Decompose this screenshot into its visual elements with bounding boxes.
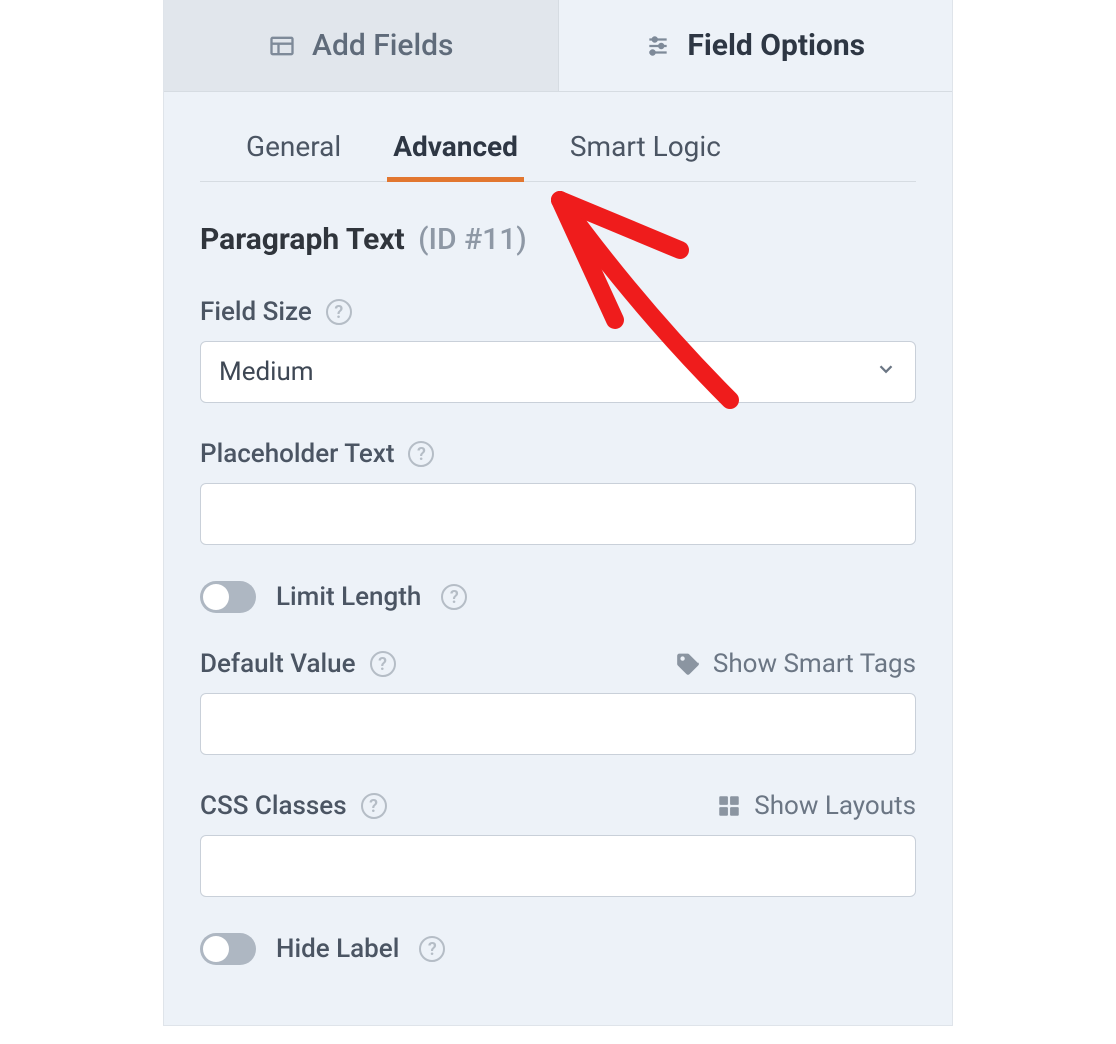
- row-placeholder-text: Placeholder Text ?: [200, 439, 916, 545]
- field-id-label: (ID #11): [418, 222, 527, 257]
- tab-add-fields[interactable]: Add Fields: [164, 0, 559, 91]
- help-icon[interactable]: ?: [419, 936, 445, 962]
- row-css-classes: CSS Classes ? Show Layouts: [200, 791, 916, 897]
- limit-length-toggle[interactable]: [200, 581, 256, 613]
- show-layouts-link[interactable]: Show Layouts: [716, 791, 916, 821]
- help-icon[interactable]: ?: [441, 584, 467, 610]
- default-value-label: Default Value: [200, 649, 356, 679]
- row-field-size: Field Size ? Medium: [200, 297, 916, 403]
- tab-field-options[interactable]: Field Options: [559, 0, 953, 91]
- hide-label-toggle[interactable]: [200, 933, 256, 965]
- tab-field-options-label: Field Options: [687, 28, 865, 63]
- field-size-select[interactable]: Medium: [200, 341, 916, 403]
- field-size-value: Medium: [219, 357, 314, 387]
- subtab-advanced[interactable]: Advanced: [387, 120, 524, 181]
- field-title: Paragraph Text (ID #11): [200, 222, 916, 257]
- help-icon[interactable]: ?: [408, 441, 434, 467]
- css-classes-label: CSS Classes: [200, 791, 347, 821]
- help-icon[interactable]: ?: [326, 299, 352, 325]
- field-options-panel: Add Fields Field Options General Advance…: [163, 0, 953, 1026]
- subtab-smart-logic-label: Smart Logic: [570, 130, 721, 163]
- subtab-general-label: General: [246, 130, 341, 163]
- tab-add-fields-label: Add Fields: [312, 28, 453, 63]
- grid-icon: [716, 793, 742, 819]
- top-tabs: Add Fields Field Options: [164, 0, 952, 92]
- show-layouts-label: Show Layouts: [754, 791, 916, 821]
- limit-length-label: Limit Length: [276, 582, 421, 612]
- row-limit-length: Limit Length ?: [200, 581, 916, 613]
- field-size-label: Field Size: [200, 297, 312, 327]
- tag-icon: [675, 651, 701, 677]
- css-classes-input[interactable]: [200, 835, 916, 897]
- row-default-value: Default Value ? Show Smart Tags: [200, 649, 916, 755]
- field-type-name: Paragraph Text: [200, 222, 405, 257]
- hide-label-label: Hide Label: [276, 934, 399, 964]
- placeholder-text-label: Placeholder Text: [200, 439, 394, 469]
- row-hide-label: Hide Label ?: [200, 933, 916, 965]
- show-smart-tags-label: Show Smart Tags: [713, 649, 916, 679]
- subtab-advanced-label: Advanced: [393, 130, 518, 163]
- placeholder-text-input[interactable]: [200, 483, 916, 545]
- sliders-icon: [645, 33, 671, 59]
- show-smart-tags-link[interactable]: Show Smart Tags: [675, 649, 916, 679]
- sub-tabs: General Advanced Smart Logic: [200, 92, 916, 182]
- default-value-input[interactable]: [200, 693, 916, 755]
- advanced-settings-content: Paragraph Text (ID #11) Field Size ? Med…: [164, 182, 952, 1025]
- help-icon[interactable]: ?: [370, 651, 396, 677]
- help-icon[interactable]: ?: [361, 793, 387, 819]
- chevron-down-icon: [875, 357, 897, 387]
- subtab-general[interactable]: General: [240, 120, 347, 181]
- subtab-smart-logic[interactable]: Smart Logic: [564, 120, 727, 181]
- form-fields-icon: [268, 32, 296, 60]
